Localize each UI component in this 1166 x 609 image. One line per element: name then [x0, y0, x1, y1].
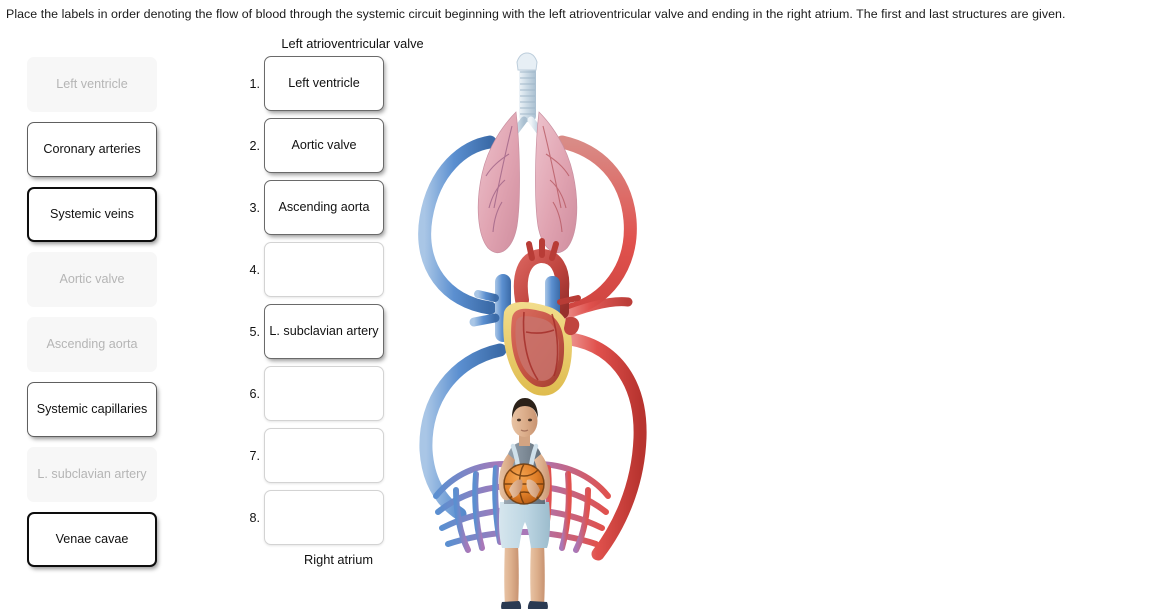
answer-slot-row-5: 5. L. subclavian artery — [243, 304, 403, 359]
answer-slot-row-3: 3. Ascending aorta — [243, 180, 403, 235]
label-chip-systemic-veins[interactable]: Systemic veins — [27, 187, 157, 242]
answer-slot-1[interactable]: Left ventricle — [264, 56, 384, 111]
label-chip-text: Aortic valve — [59, 272, 125, 286]
answer-slot-6[interactable] — [264, 366, 384, 421]
label-chip-aortic-valve[interactable]: Aortic valve — [27, 252, 157, 307]
slot-number: 7. — [249, 448, 260, 463]
answer-slot-row-4: 4. — [243, 242, 403, 297]
label-chip-text: Systemic capillaries — [36, 402, 148, 416]
label-chip-text: Coronary arteries — [43, 142, 141, 156]
label-chip-text: Systemic veins — [50, 207, 134, 221]
column-caption-bottom: Right atrium — [304, 552, 373, 567]
exercise-page: Place the labels in order denoting the f… — [0, 0, 1166, 609]
answer-slot-row-2: 2. Aortic valve — [243, 118, 403, 173]
aorta-vessel — [555, 331, 647, 561]
answer-slot-3[interactable]: Ascending aorta — [264, 180, 384, 235]
slot-number: 5. — [249, 324, 260, 339]
slot-number: 3. — [249, 200, 260, 215]
answer-slot-2[interactable]: Aortic valve — [264, 118, 384, 173]
answer-slot-5[interactable]: L. subclavian artery — [264, 304, 384, 359]
label-chip-text: Venae cavae — [55, 532, 129, 546]
column-caption-top: Left atrioventricular valve — [281, 36, 424, 51]
slot-number: 2. — [249, 138, 260, 153]
label-chip-ascending-aorta[interactable]: Ascending aorta — [27, 317, 157, 372]
draggable-label-bank: Left ventricle Coronary arteries Systemi… — [27, 57, 157, 577]
label-chip-systemic-capillaries[interactable]: Systemic capillaries — [27, 382, 157, 437]
answer-slot-row-1: 1. Left ventricle — [243, 56, 403, 111]
label-chip-venae-cavae[interactable]: Venae cavae — [27, 512, 157, 567]
slot-number: 4. — [249, 262, 260, 277]
label-chip-text: Ascending aorta — [46, 337, 138, 351]
instruction-text: Place the labels in order denoting the f… — [6, 7, 1066, 21]
answer-slot-row-8: 8. — [243, 490, 403, 545]
label-chip-left-ventricle[interactable]: Left ventricle — [27, 57, 157, 112]
answer-slot-text: L. subclavian artery — [269, 324, 379, 338]
answer-slot-row-6: 6. — [243, 366, 403, 421]
label-chip-l-subclavian-artery[interactable]: L. subclavian artery — [27, 447, 157, 502]
ordered-answer-column: Left atrioventricular valve 1. Left vent… — [243, 36, 423, 567]
answer-slot-text: Ascending aorta — [278, 200, 370, 214]
answer-slot-text: Left ventricle — [288, 76, 360, 90]
slot-number: 8. — [249, 510, 260, 525]
answer-slot-7[interactable] — [264, 428, 384, 483]
person-with-basketball — [498, 398, 551, 609]
label-chip-text: L. subclavian artery — [37, 467, 147, 481]
answer-slot-text: Aortic valve — [291, 138, 357, 152]
slot-number: 6. — [249, 386, 260, 401]
heart — [469, 238, 581, 396]
right-lung — [535, 111, 578, 254]
answer-slot-8[interactable] — [264, 490, 384, 545]
label-chip-coronary-arteries[interactable]: Coronary arteries — [27, 122, 157, 177]
slot-number: 1. — [249, 76, 260, 91]
circulatory-system-illustration — [412, 50, 672, 609]
label-chip-text: Left ventricle — [56, 77, 128, 91]
answer-slot-4[interactable] — [264, 242, 384, 297]
answer-slot-row-7: 7. — [243, 428, 403, 483]
left-lung — [477, 111, 520, 254]
